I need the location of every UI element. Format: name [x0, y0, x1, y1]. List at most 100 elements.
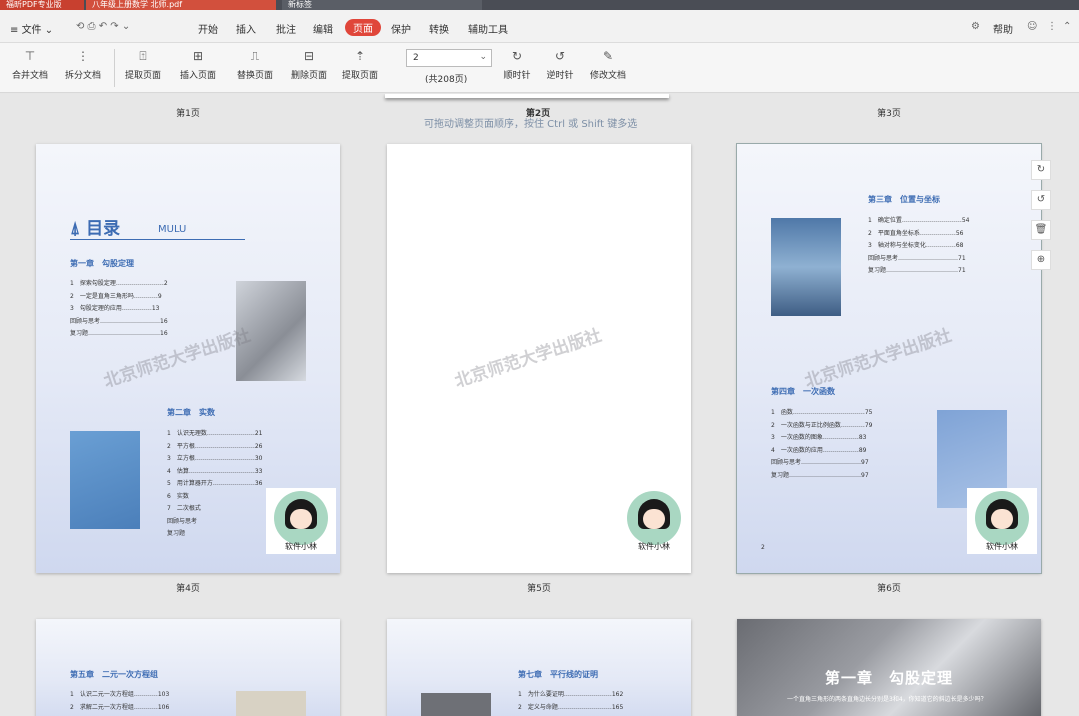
divider	[114, 49, 115, 87]
insert-page-button[interactable]: ⊞ 插入页面	[172, 49, 224, 81]
avatar-face	[274, 491, 328, 545]
menu-edit[interactable]: 编辑	[313, 21, 333, 36]
feedback-icon[interactable]: ☺	[1027, 21, 1037, 32]
rotate-ccw-button[interactable]: ↺ 逆时针	[534, 49, 586, 81]
rotate-ccw-icon: ↺	[554, 49, 566, 63]
toc-item: 1 认识无理数……………………21	[167, 430, 263, 437]
replace-page-button[interactable]: ⎍ 替换页面	[229, 49, 281, 81]
toc-item: 1 为什么要证明……………………162	[518, 691, 624, 698]
extract-icon: ⍐	[139, 49, 147, 63]
delete-page-icon: ⊟	[303, 49, 315, 63]
toc-item: 复习题	[167, 530, 186, 537]
document-tab[interactable]: 八年级上册数学 北师.pdf	[86, 0, 276, 10]
toc-item: 回顾与思考	[167, 517, 198, 525]
rotate-ccw-icon[interactable]: ↺	[1031, 190, 1051, 210]
chapter-image	[421, 693, 491, 716]
merge-button[interactable]: ⊤ 合并文档	[4, 49, 56, 81]
chapter-image	[771, 218, 841, 316]
merge-icon: ⊤	[24, 49, 36, 63]
page-thumbnail-6[interactable]: 第三章 位置与坐标 1 确定位置…………………………54 2 平面直角坐标系………	[736, 143, 1042, 574]
trash-icon[interactable]: 🗑	[1031, 220, 1051, 240]
toc-list: 1 为什么要证明……………………162 2 定义与命题………………………165	[518, 689, 623, 714]
toc-item: 1 认识二元一次方程组…………103	[70, 691, 170, 698]
page-number-input[interactable]: 2 ⌄	[406, 49, 492, 67]
page-thumbnail-7[interactable]: 第五章 二元一次方程组 1 认识二元一次方程组…………103 2 求解二元一次方…	[36, 619, 340, 716]
toc-item: 4 一次函数的应用………………89	[771, 446, 867, 454]
page-label: 第4页	[176, 584, 200, 594]
toc-title-en: MULU	[158, 224, 187, 235]
menu-convert[interactable]: 转换	[429, 21, 449, 36]
chapter-heading: 第一章 勾股定理	[70, 259, 134, 268]
page-label: 第1页	[176, 109, 200, 119]
toc-list: 1 确定位置…………………………54 2 平面直角坐标系………………56 3 轴…	[868, 215, 969, 278]
toc-item: 4 估算……………………………33	[167, 467, 263, 475]
toc-item: 2 一定是直角三角形吗…………9	[70, 292, 162, 300]
extract2-icon: ⇡	[354, 49, 366, 63]
menu-tools[interactable]: 辅助工具	[468, 21, 508, 36]
extract-label: 提取页面	[124, 71, 161, 81]
toc-item: 6 实数	[167, 492, 189, 500]
page-label: 第6页	[877, 584, 901, 594]
toc-item: 回顾与思考…………………………71	[868, 254, 966, 262]
toc-item: 1 函数………………………………75	[771, 409, 873, 416]
menu-insert[interactable]: 插入	[236, 21, 256, 36]
extract-page2-button[interactable]: ⇡ 提取页面	[334, 49, 386, 81]
page-ribbon: ⊤ 合并文档 ⋮ 拆分文档 ⍐ 提取页面 ⊞ 插入页面 ⎍ 替换页面 ⊟ 删除页面 ⇡ 提取页…	[0, 43, 1079, 93]
drag-hint: 可拖动调整页面顺序，按住 Ctrl 或 Shift 键多选	[424, 119, 638, 130]
menu-protect[interactable]: 保护	[391, 21, 411, 36]
page-thumbnail-4[interactable]: ⍋ 目录 MULU 第一章 勾股定理 1 探索勾股定理……………………2 2 一…	[36, 144, 340, 573]
app-tab[interactable]: 福昕PDF专业版	[0, 0, 84, 10]
toc-item: 复习题………………………………16	[70, 330, 168, 337]
quick-access-icons[interactable]: ⟲ ⎙ ↶ ↷ ⌄	[76, 21, 130, 32]
avatar-skin	[991, 509, 1013, 529]
new-tab[interactable]: 新标签	[282, 0, 482, 10]
toc-item: 3 一次函数的图象………………83	[771, 434, 867, 441]
chapter-heading: 第七章 平行线的证明	[518, 670, 598, 679]
replace-label: 替换页面	[236, 71, 273, 81]
modify-doc-button[interactable]: ✎ 修改文档	[582, 49, 634, 81]
settings-icon[interactable]: ⚙	[971, 21, 980, 32]
menu-help[interactable]: 帮助	[993, 21, 1013, 36]
modify-label: 修改文档	[589, 71, 626, 81]
split-button[interactable]: ⋮ 拆分文档	[57, 49, 109, 81]
rotate-cw-icon[interactable]: ↻	[1031, 160, 1051, 180]
add-page-icon[interactable]: ⊕	[1031, 250, 1051, 270]
page-thumbnail-5[interactable]: 北京师范大学出版社 软件小林	[387, 144, 691, 573]
chapter-heading: 第五章 二元一次方程组	[70, 670, 158, 679]
menu-page[interactable]: 页面	[345, 19, 381, 36]
extract-page-button[interactable]: ⍐ 提取页面	[117, 49, 169, 81]
avatar-face	[975, 491, 1029, 545]
toc-title: ⍋ 目录	[70, 219, 121, 239]
insert-label: 插入页面	[179, 71, 216, 81]
split-icon: ⋮	[77, 49, 89, 63]
split-label: 拆分文档	[64, 71, 101, 81]
collapse-icon[interactable]: ⌃	[1063, 21, 1071, 32]
page-2-dragging[interactable]	[385, 94, 669, 98]
replace-icon: ⎍	[250, 49, 260, 63]
chapter-image	[236, 691, 306, 716]
menu-file-label: 文件	[21, 25, 42, 36]
avatar-caption: 软件小林	[986, 542, 1018, 551]
menu-start[interactable]: 开始	[198, 21, 218, 36]
chapter-heading: 第三章 位置与坐标	[868, 195, 940, 204]
menu-file[interactable]: ≡ 文件 ⌄	[10, 21, 53, 36]
extract2-label: 提取页面	[341, 71, 378, 81]
toc-item: 2 求解二元一次方程组…………106	[70, 703, 170, 711]
chapter-image	[70, 431, 140, 529]
more-icon[interactable]: ⋮	[1047, 21, 1057, 32]
delete-label: 删除页面	[290, 71, 327, 81]
watermark: 北京师范大学出版社	[802, 325, 955, 393]
page-thumbnail-8[interactable]: 第七章 平行线的证明 1 为什么要证明……………………162 2 定义与命题………	[387, 619, 691, 716]
modify-icon: ✎	[602, 49, 614, 63]
insert-icon: ⊞	[192, 49, 204, 63]
toc-item: 2 平方根…………………………26	[167, 442, 263, 450]
avatar-face	[627, 491, 681, 545]
toc-list: 1 探索勾股定理……………………2 2 一定是直角三角形吗…………9 3 勾股定…	[70, 278, 168, 341]
toc-item: 回顾与思考…………………………16	[70, 317, 168, 325]
toc-item: 7 二次根式	[167, 505, 201, 512]
menu-comment[interactable]: 批注	[276, 21, 296, 36]
menu-bar: ≡ 文件 ⌄ ⟲ ⎙ ↶ ↷ ⌄ 开始 插入 批注 编辑 页面 保护 转换 辅助…	[0, 10, 1079, 43]
delete-page-button[interactable]: ⊟ 删除页面	[283, 49, 335, 81]
chapter-intro: 一个直角三角形的两条直角边长分别是3和4，你知道它的斜边长是多少吗？	[787, 696, 987, 703]
page-thumbnail-9[interactable]: 第一章 勾股定理 一个直角三角形的两条直角边长分别是3和4，你知道它的斜边长是多…	[737, 619, 1041, 716]
